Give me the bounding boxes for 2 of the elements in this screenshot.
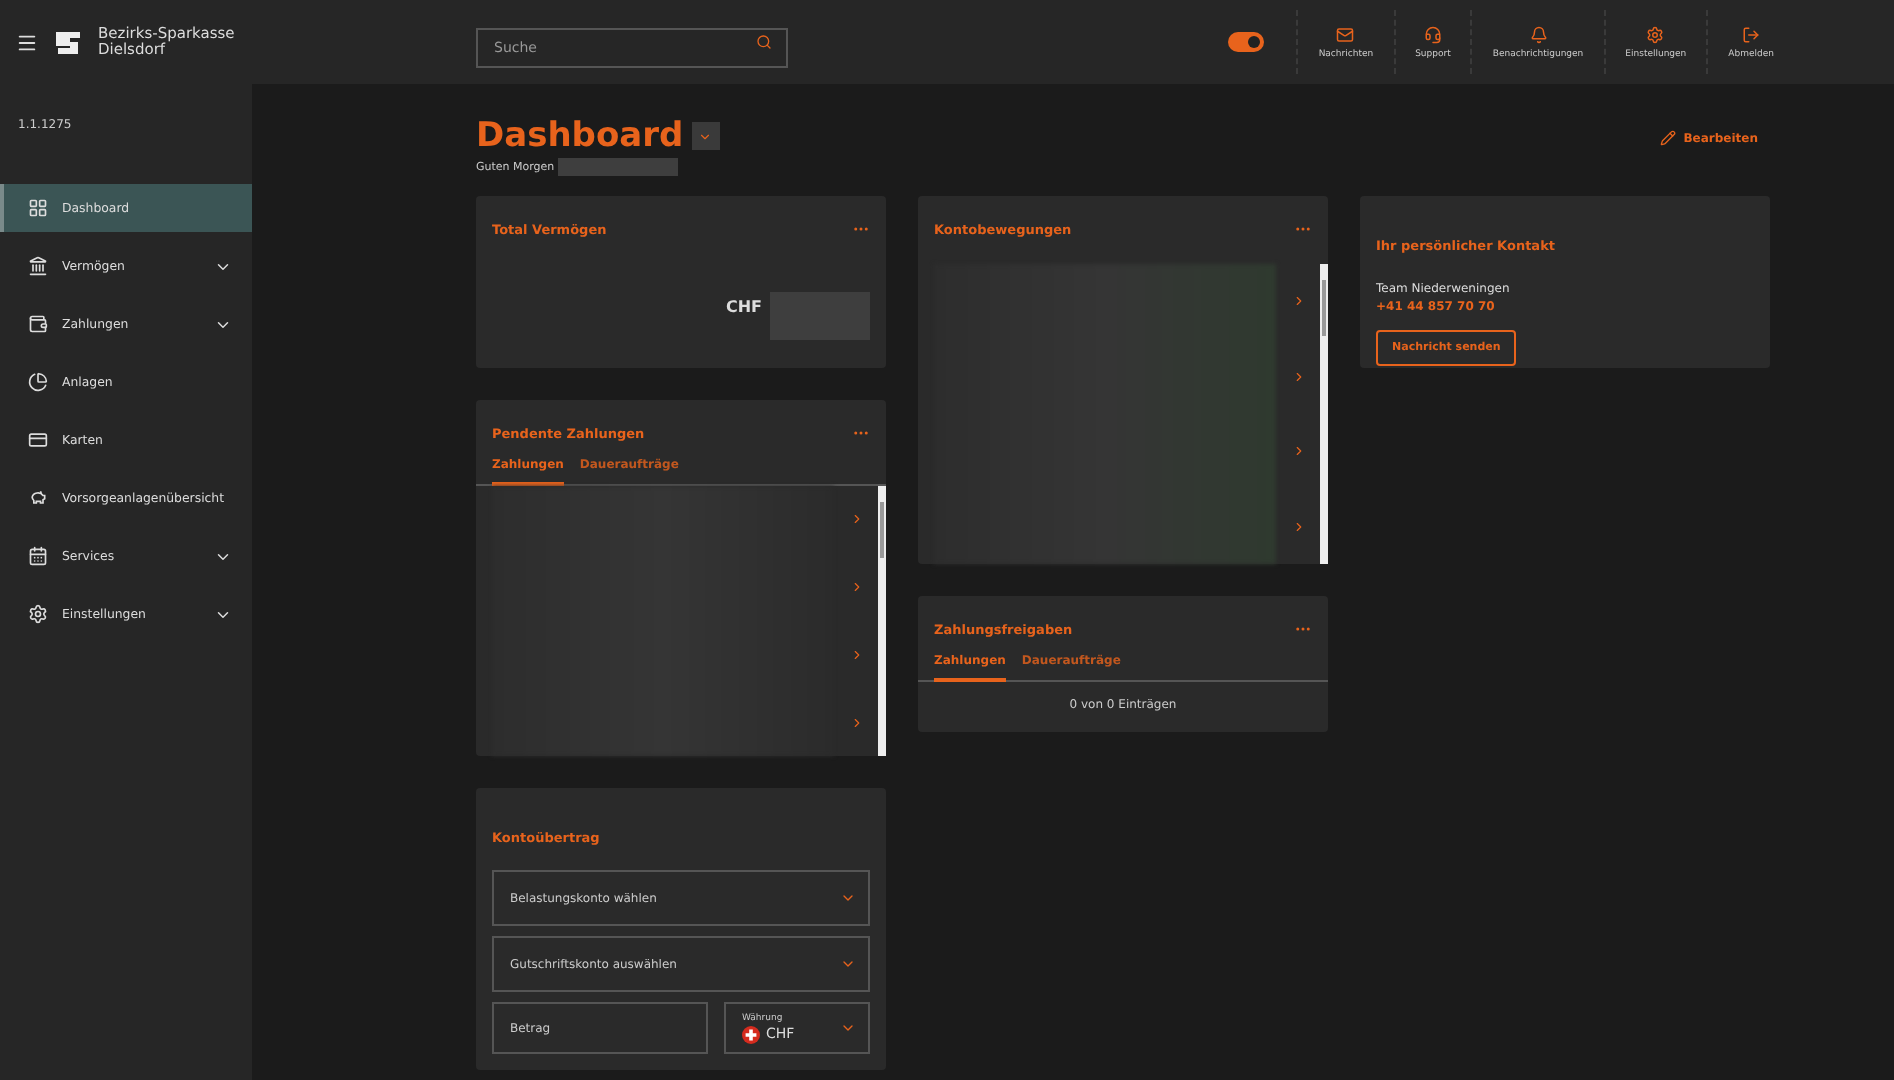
currency-text: CHF <box>725 298 762 316</box>
page-title: Dashboard <box>476 116 684 156</box>
